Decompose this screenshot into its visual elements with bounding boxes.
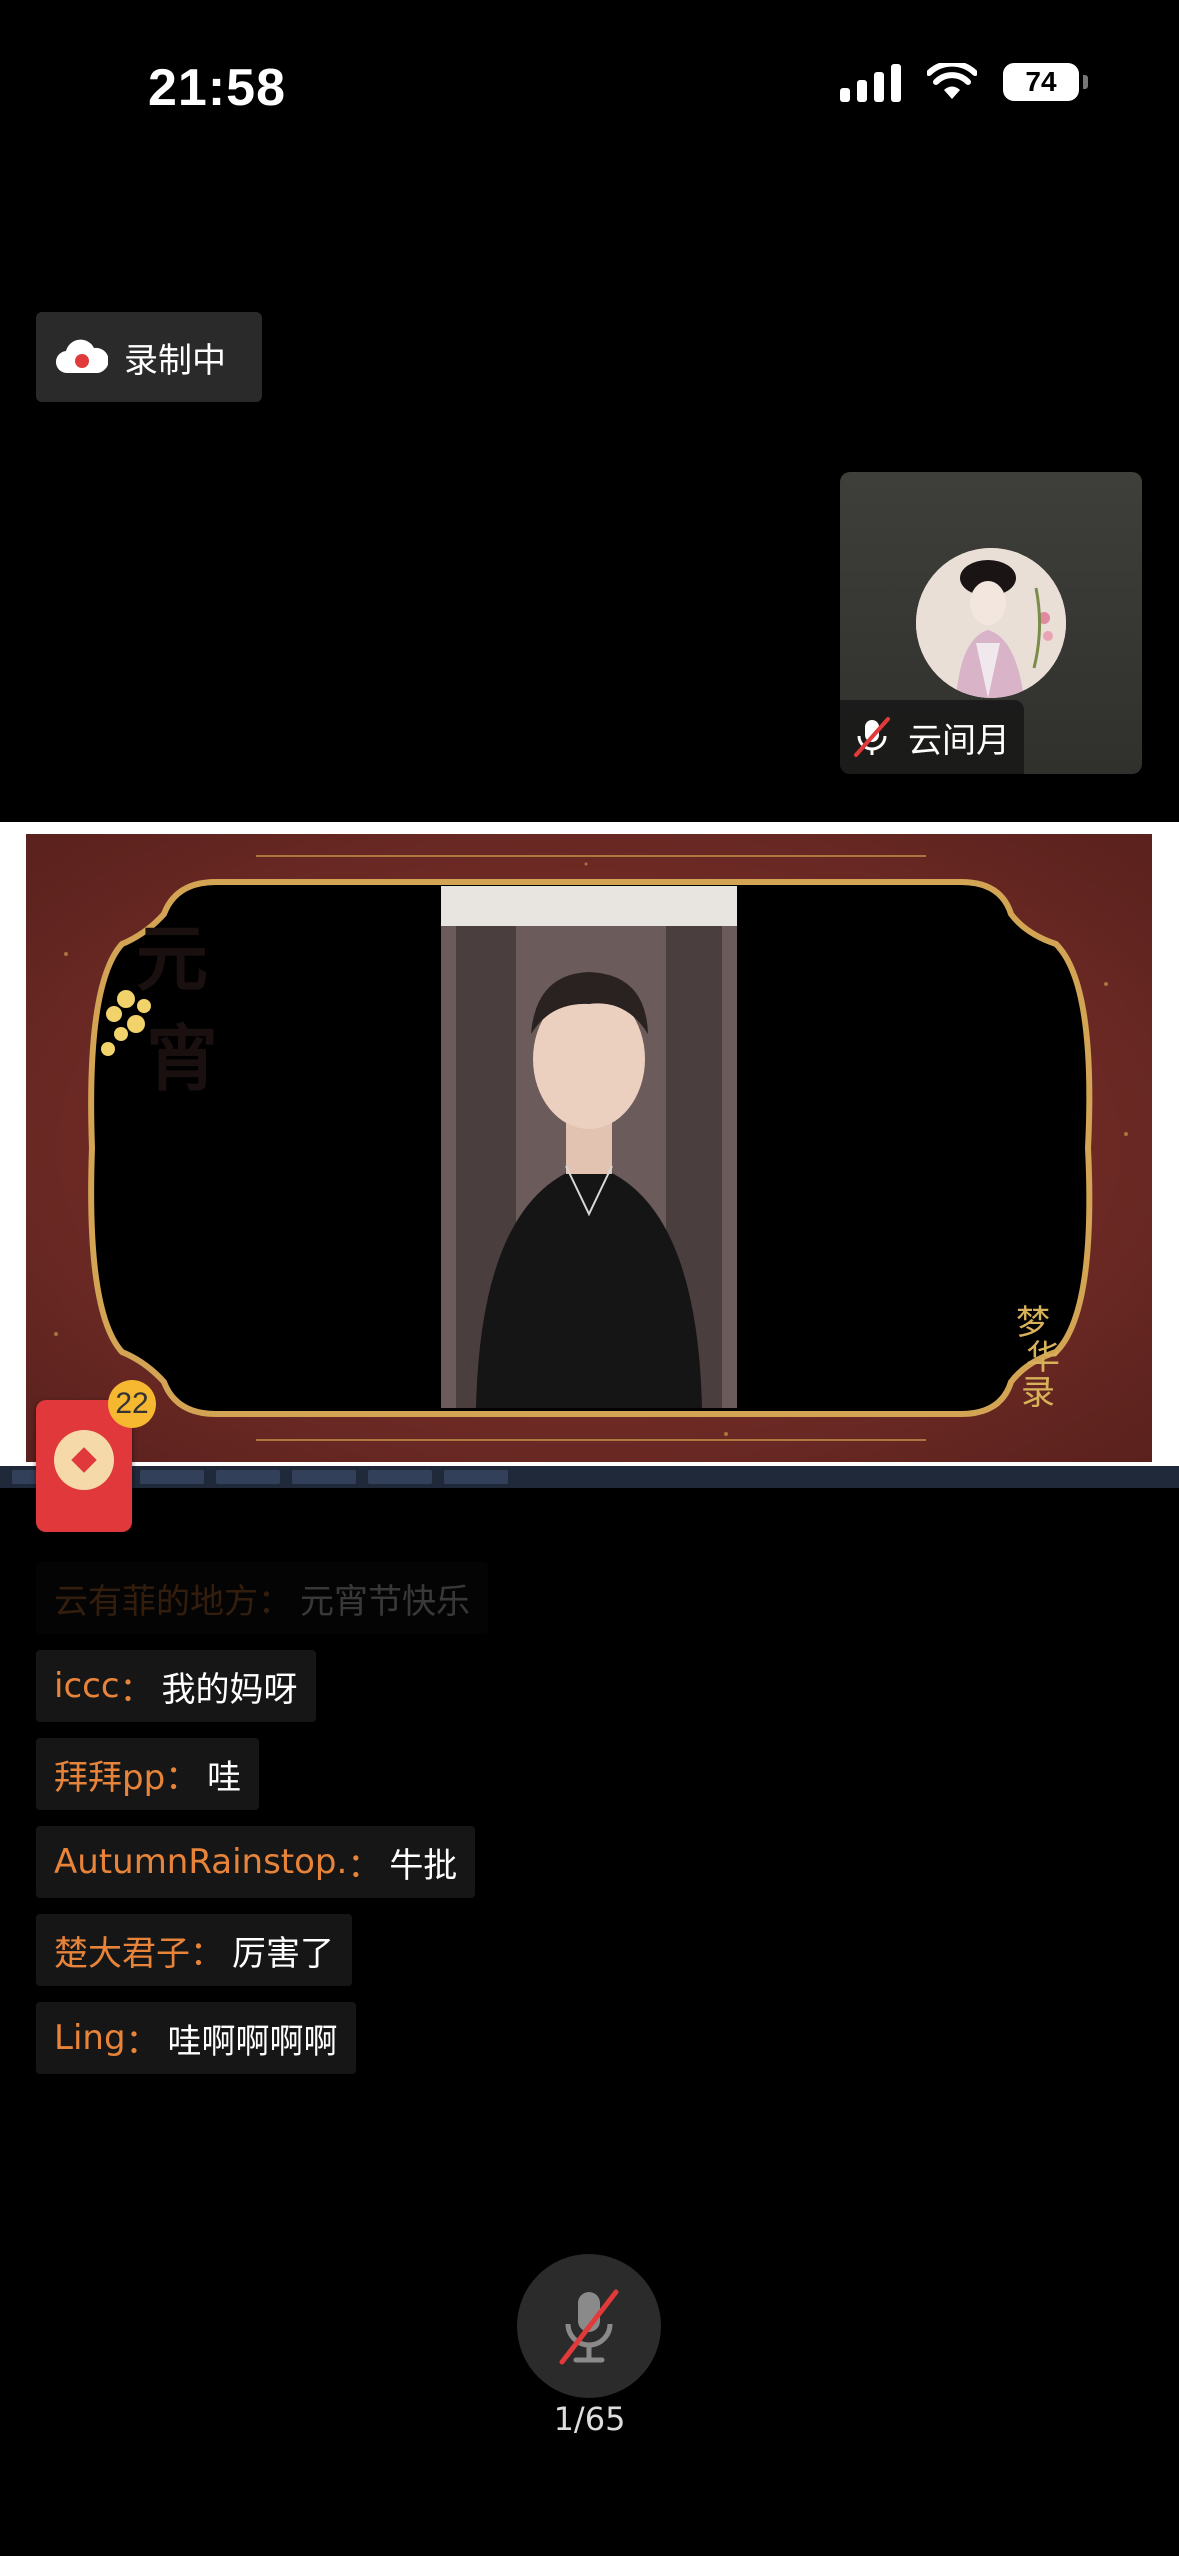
red-packet-count-badge: 22 — [108, 1380, 156, 1428]
battery-icon: 74 — [1003, 63, 1088, 101]
participant-name: 云间月 — [908, 720, 1010, 761]
svg-text:华: 华 — [1026, 1338, 1060, 1378]
svg-text:宵: 宵 — [146, 1016, 218, 1101]
recording-badge[interactable]: 录制中 — [36, 312, 262, 402]
signal-icon — [840, 62, 901, 102]
chat-message: 楚大君子：厉害了 — [36, 1914, 352, 1986]
battery-level: 74 — [1025, 66, 1057, 97]
red-packet-icon — [54, 1430, 114, 1490]
shared-screen[interactable]: 元 宵 梦 华 录 — [0, 822, 1179, 1488]
chat-message: 拜拜pp：哇 — [36, 1738, 260, 1810]
chat-message: AutumnRainstop.：牛批 — [36, 1826, 476, 1898]
participant-avatar — [916, 548, 1066, 698]
slide-content: 元 宵 梦 华 录 — [26, 834, 1152, 1462]
participant-name-bar: 云间月 — [840, 700, 1024, 774]
status-icons: 74 — [840, 62, 1088, 102]
mic-muted-icon — [559, 2289, 619, 2365]
recording-label: 录制中 — [124, 340, 226, 381]
svg-text:录: 录 — [1021, 1373, 1055, 1413]
chat-message: Ling：哇啊啊啊啊 — [36, 2002, 356, 2074]
chat-message: 云有菲的地方：元宵节快乐 — [36, 1562, 488, 1634]
taskbar — [0, 1466, 1179, 1488]
status-time: 21:58 — [148, 59, 286, 117]
cloud-record-icon — [56, 339, 108, 374]
wifi-icon — [927, 63, 977, 99]
chat-message: iccc：我的妈呀 — [36, 1650, 316, 1722]
mic-muted-icon — [854, 717, 890, 757]
participant-tile[interactable]: 云间月 — [840, 472, 1142, 774]
participant-count: 1/65 — [553, 2400, 626, 2438]
svg-text:梦: 梦 — [1016, 1303, 1050, 1343]
mic-toggle-button[interactable] — [517, 2254, 661, 2398]
svg-text:元: 元 — [136, 916, 208, 1001]
